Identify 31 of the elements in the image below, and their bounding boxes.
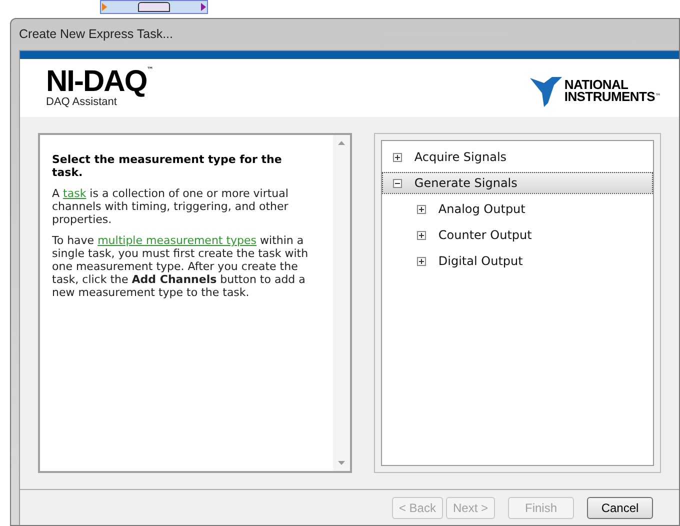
tree-item[interactable]: Analog Output — [382, 198, 653, 220]
expand-icon[interactable] — [393, 152, 402, 162]
product-name: NI-DAQ — [46, 67, 147, 97]
tree-label: Generate Signals — [414, 175, 518, 192]
help-paragraph: A task is a collection of one or more virtual channels with timing, triggering, and other properties. — [52, 187, 290, 226]
window-title: Create New Express Task... — [19, 26, 173, 44]
tree-label: Analog Output — [438, 201, 526, 218]
tree-item[interactable]: Digital Output — [382, 250, 653, 272]
product-subtitle: DAQ Assistant — [46, 97, 117, 108]
tree-item[interactable]: Acquire Signals — [382, 146, 653, 168]
scroll-down-icon[interactable] — [338, 461, 346, 465]
tree-item[interactable]: Counter Output — [382, 224, 653, 246]
tree-label: Digital Output — [438, 253, 523, 270]
tree-label: Counter Output — [438, 227, 532, 244]
expand-icon[interactable] — [417, 204, 426, 214]
node-icon — [100, 0, 208, 14]
help-paragraph: To have multiple measurement types within a single task, you must first create the task with one measurement type. After you create the task, click the Add Channels button to add a new measurement type to the task. — [52, 234, 310, 299]
collapse-icon[interactable] — [393, 178, 402, 188]
help-heading: Select the measurement type for the task. — [52, 153, 283, 179]
help-link[interactable]: multiple measurement types — [98, 234, 257, 247]
tree-label: Acquire Signals — [414, 149, 507, 166]
expand-icon[interactable] — [417, 256, 426, 266]
dialog-button[interactable]: Cancel — [587, 496, 653, 518]
brand-name: INSTRUMENTS — [564, 91, 655, 103]
tree-item[interactable]: Generate Signals — [382, 172, 653, 194]
scrollbar[interactable] — [333, 135, 350, 471]
scroll-up-icon[interactable] — [338, 141, 346, 145]
eagle-logo-icon — [530, 75, 562, 107]
help-link[interactable]: task — [63, 187, 86, 200]
expand-icon[interactable] — [417, 230, 426, 240]
brand-name: NATIONAL — [564, 79, 628, 91]
